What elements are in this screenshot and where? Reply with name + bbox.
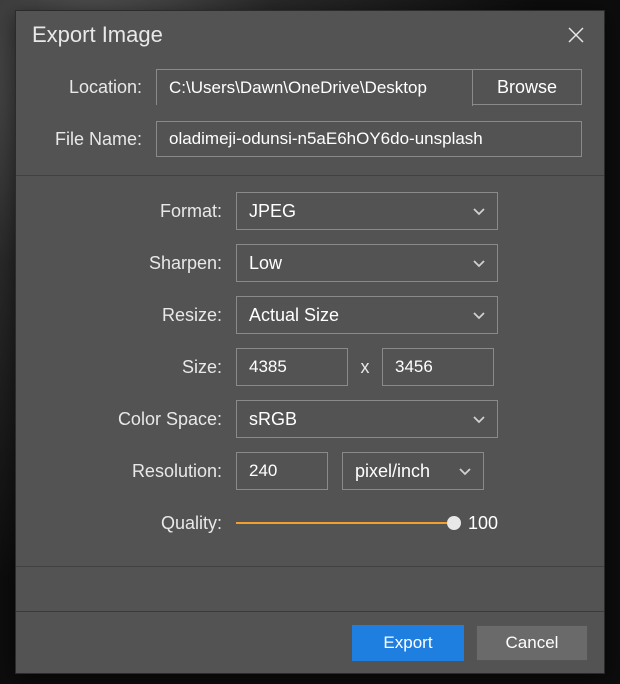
location-label: Location:	[38, 77, 156, 98]
format-value: JPEG	[249, 201, 296, 222]
format-select[interactable]: JPEG	[236, 192, 498, 230]
slider-thumb[interactable]	[447, 516, 461, 530]
quality-label: Quality:	[38, 513, 236, 534]
slider-track	[236, 522, 454, 524]
sharpen-label: Sharpen:	[38, 253, 236, 274]
location-row: Location: Browse	[38, 69, 582, 105]
colorspace-row: Color Space: sRGB	[38, 400, 582, 438]
chevron-down-icon	[457, 463, 473, 479]
quality-row: Quality: 100	[38, 504, 582, 542]
file-section: Location: Browse File Name:	[16, 59, 604, 176]
close-icon	[567, 26, 585, 44]
resolution-input[interactable]	[236, 452, 328, 490]
chevron-down-icon	[471, 255, 487, 271]
resize-row: Resize: Actual Size	[38, 296, 582, 334]
size-separator: x	[348, 357, 382, 378]
width-input[interactable]	[236, 348, 348, 386]
chevron-down-icon	[471, 307, 487, 323]
export-image-dialog: Export Image Location: Browse File Name:…	[15, 10, 605, 674]
slider-fill	[236, 522, 454, 524]
browse-button[interactable]: Browse	[473, 70, 581, 104]
close-button[interactable]	[562, 21, 590, 49]
format-label: Format:	[38, 201, 236, 222]
dialog-title: Export Image	[32, 22, 562, 48]
filename-row: File Name:	[38, 121, 582, 157]
options-section: Format: JPEG Sharpen: Low Resize: Actual…	[16, 176, 604, 567]
format-row: Format: JPEG	[38, 192, 582, 230]
resolution-label: Resolution:	[38, 461, 236, 482]
quality-value: 100	[468, 513, 508, 534]
size-row: Size: x	[38, 348, 582, 386]
filename-input[interactable]	[156, 121, 582, 157]
location-input[interactable]	[157, 70, 473, 106]
colorspace-value: sRGB	[249, 409, 297, 430]
cancel-button[interactable]: Cancel	[476, 625, 588, 661]
export-button[interactable]: Export	[352, 625, 464, 661]
height-input[interactable]	[382, 348, 494, 386]
colorspace-select[interactable]: sRGB	[236, 400, 498, 438]
quality-slider[interactable]	[236, 504, 454, 542]
chevron-down-icon	[471, 411, 487, 427]
sharpen-select[interactable]: Low	[236, 244, 498, 282]
resize-value: Actual Size	[249, 305, 339, 326]
resolution-unit-select[interactable]: pixel/inch	[342, 452, 484, 490]
sharpen-value: Low	[249, 253, 282, 274]
chevron-down-icon	[471, 203, 487, 219]
dialog-titlebar: Export Image	[16, 11, 604, 59]
filename-label: File Name:	[38, 129, 156, 150]
sharpen-row: Sharpen: Low	[38, 244, 582, 282]
dialog-footer: Export Cancel	[16, 611, 604, 673]
resolution-row: Resolution: pixel/inch	[38, 452, 582, 490]
resize-label: Resize:	[38, 305, 236, 326]
colorspace-label: Color Space:	[38, 409, 236, 430]
location-field-wrap: Browse	[156, 69, 582, 105]
size-label: Size:	[38, 357, 236, 378]
resize-select[interactable]: Actual Size	[236, 296, 498, 334]
resolution-unit-value: pixel/inch	[355, 461, 430, 482]
